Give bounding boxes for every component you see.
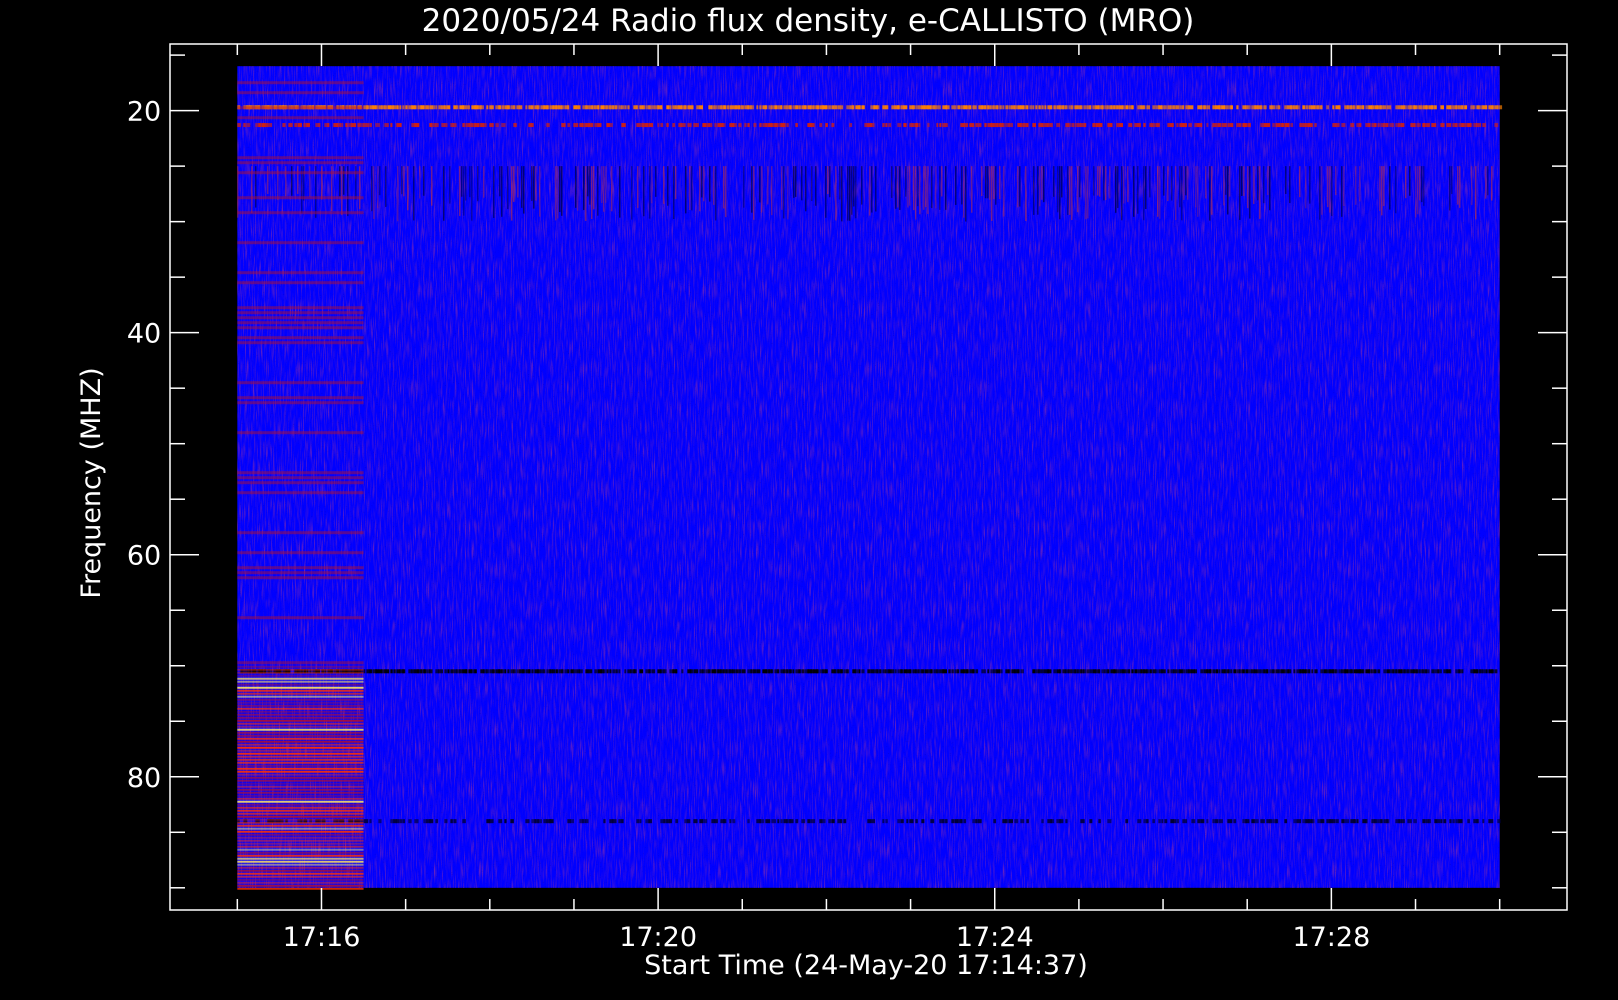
- y-tick-label: 80: [127, 763, 161, 794]
- x-tick-label: 17:28: [1292, 922, 1370, 953]
- x-axis-label: Start Time (24-May-20 17:14:37): [644, 950, 1088, 981]
- y-tick-label: 60: [127, 541, 161, 572]
- spectrogram-image: [237, 66, 1503, 890]
- x-tick-label: 17:16: [283, 922, 361, 953]
- x-tick-label: 17:24: [956, 922, 1034, 953]
- y-tick-label: 40: [127, 319, 161, 350]
- y-tick-label: 20: [127, 97, 161, 128]
- emission-line-3: [240, 669, 1498, 674]
- spectrogram-chart: 2020/05/24 Radio flux density, e-CALLIST…: [76, 3, 1568, 981]
- emission-line-4: [237, 819, 1501, 824]
- chart-title: 2020/05/24 Radio flux density, e-CALLIST…: [422, 3, 1195, 39]
- x-tick-label: 17:20: [619, 922, 697, 953]
- y-axis-label: Frequency (MHZ): [76, 367, 107, 598]
